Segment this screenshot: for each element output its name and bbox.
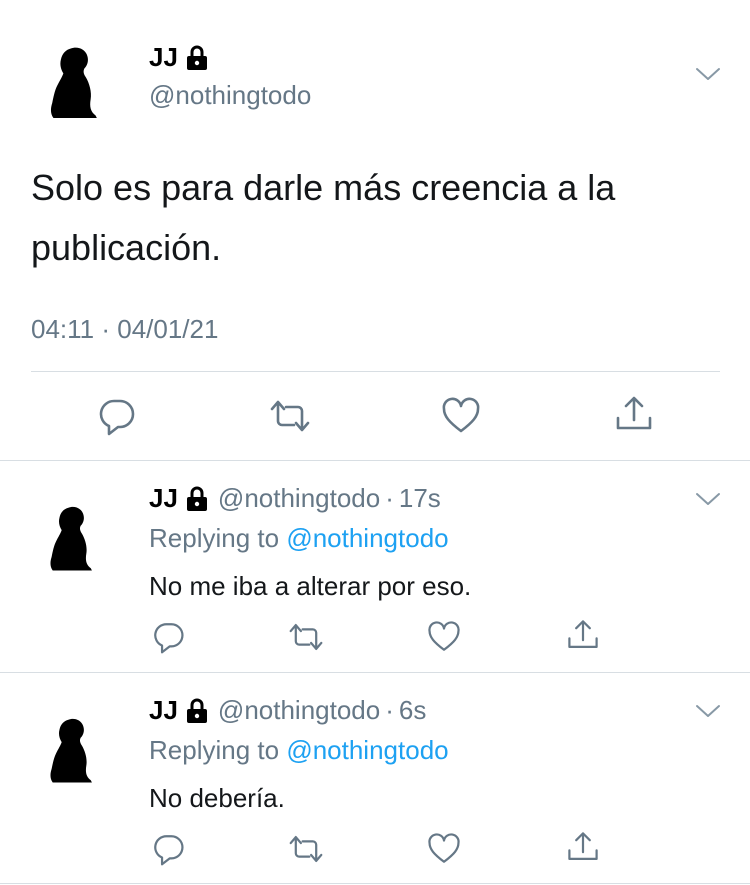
avatar[interactable]	[46, 34, 108, 130]
chevron-down-icon[interactable]	[695, 491, 721, 507]
retweet-button[interactable]	[268, 396, 312, 436]
replying-to: Replying to @nothingtodo	[149, 735, 449, 766]
reply-text: No me iba a alterar por eso.	[149, 571, 472, 601]
handle[interactable]: @nothingtodo	[218, 695, 380, 726]
silhouette-avatar-icon	[46, 34, 108, 130]
timestamp[interactable]: 6s	[399, 695, 426, 726]
share-icon	[614, 394, 654, 434]
chevron-down-icon[interactable]	[695, 66, 721, 82]
replying-prefix: Replying to	[149, 523, 280, 553]
main-handle[interactable]: @nothingtodo	[149, 80, 311, 111]
reply-text: No debería.	[149, 783, 285, 813]
divider	[0, 883, 750, 884]
mention-link[interactable]: @nothingtodo	[286, 523, 448, 553]
reply-header: JJ @nothingtodo · 17s	[149, 483, 441, 514]
like-button[interactable]	[427, 620, 461, 654]
reply-button[interactable]	[96, 396, 136, 436]
reply-button[interactable]	[151, 832, 185, 866]
main-display-name[interactable]: JJ	[149, 42, 208, 73]
retweet-icon	[287, 832, 325, 866]
reply-button[interactable]	[151, 620, 185, 654]
tweet-timestamp[interactable]: 04:11 · 04/01/21	[31, 314, 218, 345]
display-name: JJ	[149, 42, 178, 72]
reply-icon	[96, 396, 136, 436]
mention-link[interactable]: @nothingtodo	[286, 735, 448, 765]
timestamp[interactable]: 17s	[399, 483, 441, 514]
display-name[interactable]: JJ	[149, 695, 178, 726]
like-button[interactable]	[427, 832, 461, 866]
share-button[interactable]	[614, 394, 654, 434]
silhouette-avatar-icon	[46, 494, 102, 582]
retweet-icon	[287, 620, 325, 654]
separator-dot: ·	[385, 483, 394, 513]
silhouette-avatar-icon	[46, 706, 102, 794]
share-button[interactable]	[566, 830, 600, 864]
lock-icon	[186, 486, 208, 512]
chevron-down-icon[interactable]	[695, 703, 721, 719]
display-name[interactable]: JJ	[149, 483, 178, 514]
share-icon	[566, 830, 600, 864]
reply-icon	[151, 832, 185, 866]
retweet-button[interactable]	[287, 832, 325, 866]
separator-dot: ·	[385, 695, 394, 725]
tweet-text: Solo es para darle más creencia a la pub…	[31, 167, 616, 268]
retweet-button[interactable]	[287, 620, 325, 654]
like-icon	[441, 396, 481, 436]
share-icon	[566, 618, 600, 652]
reply-icon	[151, 620, 185, 654]
divider	[0, 672, 750, 673]
handle[interactable]: @nothingtodo	[218, 483, 380, 514]
like-icon	[427, 832, 461, 866]
reply-header: JJ @nothingtodo · 6s	[149, 695, 426, 726]
avatar[interactable]	[46, 706, 102, 794]
divider	[31, 371, 720, 372]
share-button[interactable]	[566, 618, 600, 652]
lock-icon	[186, 698, 208, 724]
like-icon	[427, 620, 461, 654]
like-button[interactable]	[441, 396, 481, 436]
replying-prefix: Replying to	[149, 735, 280, 765]
lock-icon	[186, 45, 208, 71]
avatar[interactable]	[46, 494, 102, 582]
replying-to: Replying to @nothingtodo	[149, 523, 449, 554]
divider	[0, 460, 750, 461]
retweet-icon	[268, 396, 312, 436]
